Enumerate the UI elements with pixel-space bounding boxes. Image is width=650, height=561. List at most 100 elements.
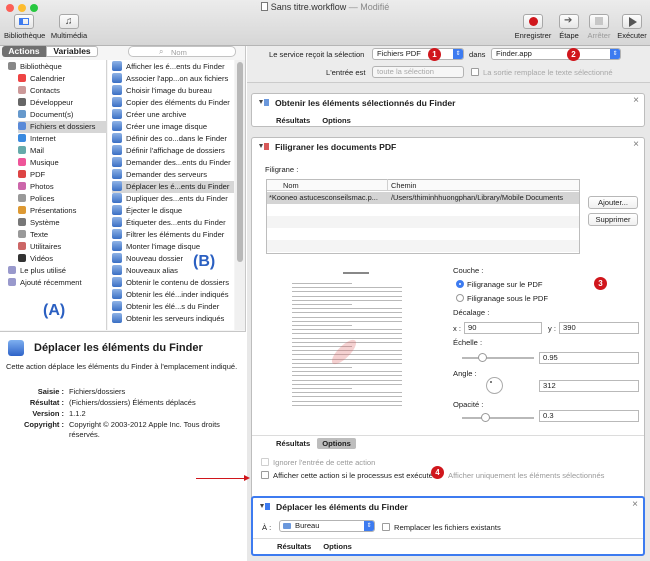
preview-text-line xyxy=(292,379,402,381)
disclosure-action-icon[interactable] xyxy=(258,142,269,152)
col-path-header[interactable]: Chemin xyxy=(391,181,416,190)
card-header[interactable]: Obtenir les éléments sélectionnés du Fin… xyxy=(252,94,644,112)
destination-popup[interactable]: Bureau ⇕ xyxy=(279,520,375,532)
layer-over-radio[interactable]: Filigranage sur le PDF xyxy=(456,280,543,289)
action-list-item[interactable]: Associer l'app...on aux fichiers xyxy=(112,73,234,85)
action-list-item[interactable]: Éjecter le disque xyxy=(112,205,234,217)
card-header[interactable]: Déplacer les éléments du Finder xyxy=(253,498,643,516)
stop-toolbar-button[interactable]: Arrêter xyxy=(584,14,614,40)
action-list-item[interactable]: Obtenir les serveurs indiqués xyxy=(112,313,234,325)
library-category-item[interactable]: Calendrier xyxy=(18,73,107,85)
scale-slider[interactable] xyxy=(462,353,534,362)
tab-results[interactable]: Résultats xyxy=(271,438,315,449)
library-category-item[interactable]: Texte xyxy=(18,229,107,241)
library-category-item[interactable]: Photos xyxy=(18,181,107,193)
action-list-item[interactable]: Copier des éléments du Finder xyxy=(112,97,234,109)
replace-existing-checkbox[interactable]: Remplacer les fichiers existants xyxy=(382,523,501,532)
y-offset-field[interactable]: 390 xyxy=(559,322,639,334)
actions-list: Afficher les é...ents du Finder Associer … xyxy=(108,60,234,330)
add-watermark-button[interactable]: Ajouter... xyxy=(588,196,638,209)
table-row[interactable]: *Kooneo astucesconseilsmac.p... /Users/t… xyxy=(267,192,579,204)
action-list-item[interactable]: Filtrer les éléments du Finder xyxy=(112,229,234,241)
action-list-item[interactable]: Créer une image disque xyxy=(112,121,234,133)
search-field[interactable]: ⌕ Nom xyxy=(128,46,236,57)
library-category-item[interactable]: PDF xyxy=(18,169,107,181)
angle-dial[interactable] xyxy=(486,377,503,394)
step-toolbar-button[interactable]: ➔ Étape xyxy=(556,14,582,40)
actions-scrollbar[interactable] xyxy=(235,60,245,330)
action-list-item[interactable]: Monter l'image disque xyxy=(112,241,234,253)
category-icon xyxy=(8,62,16,70)
action-list-item[interactable]: Afficher les é...ents du Finder xyxy=(112,61,234,73)
opacity-field[interactable]: 0.3 xyxy=(539,410,639,422)
library-category-item[interactable]: Présentations xyxy=(18,205,107,217)
close-icon[interactable]: × xyxy=(632,499,638,510)
ignore-input-checkbox[interactable]: Ignorer l'entrée de cette action xyxy=(261,458,375,467)
library-category-item[interactable]: Développeur xyxy=(18,97,107,109)
library-category-item[interactable]: Polices xyxy=(18,193,107,205)
finder-action-icon xyxy=(112,301,122,311)
action-list-item[interactable]: Choisir l'image du bureau xyxy=(112,85,234,97)
replace-selection-checkbox[interactable]: La sortie remplace le texte sélectionné xyxy=(471,68,613,77)
close-icon[interactable]: × xyxy=(633,95,639,106)
finder-action-icon xyxy=(112,277,122,287)
actions-tab[interactable]: Actions xyxy=(2,46,46,57)
service-input-type-popup[interactable]: Fichiers PDF ⇕ xyxy=(372,48,464,60)
variables-tab[interactable]: Variables xyxy=(46,46,98,57)
close-icon[interactable]: × xyxy=(633,139,639,150)
library-toolbar-button[interactable]: Bibliothèque xyxy=(4,14,45,40)
record-toolbar-button[interactable]: Enregistrer xyxy=(512,14,554,40)
show-when-run-checkbox[interactable]: Afficher cette action si le processus es… xyxy=(261,471,433,480)
angle-field[interactable]: 312 xyxy=(539,380,639,392)
card-header[interactable]: Filigraner les documents PDF xyxy=(252,138,644,156)
remove-watermark-button[interactable]: Supprimer xyxy=(588,213,638,226)
library-category-item[interactable]: Mail xyxy=(18,145,107,157)
action-list-item[interactable]: Obtenir le contenu de dossiers xyxy=(112,277,234,289)
tab-options[interactable]: Options xyxy=(317,438,356,449)
action-list-item[interactable]: Demander des...ents du Finder xyxy=(112,157,234,169)
library-category-item[interactable]: Ajouté récemment xyxy=(8,277,107,289)
slider-knob[interactable] xyxy=(477,353,487,362)
category-icon xyxy=(18,98,26,106)
disclosure-action-icon[interactable] xyxy=(259,502,270,512)
library-category-item[interactable]: Contacts xyxy=(18,85,107,97)
action-list-item[interactable]: Déplacer les é...ents du Finder xyxy=(112,181,234,193)
scrollbar-thumb[interactable] xyxy=(237,62,243,262)
scale-field[interactable]: 0.95 xyxy=(539,352,639,364)
library-category-item[interactable]: Utilitaires xyxy=(18,241,107,253)
service-app-popup[interactable]: Finder.app ⇕ xyxy=(491,48,621,60)
library-category-item[interactable]: Fichiers et dossiers xyxy=(18,121,107,133)
slider-knob[interactable] xyxy=(480,413,490,422)
action-list-item[interactable]: Étiqueter des...ents du Finder xyxy=(112,217,234,229)
library-category-item[interactable]: Vidéos xyxy=(18,253,107,265)
action-list-item[interactable]: Définir l'affichage de dossiers xyxy=(112,145,234,157)
opacity-slider[interactable] xyxy=(462,413,534,422)
library-category-item[interactable]: Internet xyxy=(18,133,107,145)
media-toolbar-button[interactable]: ♫ Multimédia xyxy=(48,14,90,40)
tab-options[interactable]: Options xyxy=(317,115,356,126)
action-list-item[interactable]: Dupliquer des...ents du Finder xyxy=(112,193,234,205)
run-toolbar-button[interactable]: Exécuter xyxy=(615,14,649,40)
disclosure-action-icon[interactable] xyxy=(258,98,269,108)
tab-results[interactable]: Résultats xyxy=(272,541,316,552)
library-category-item[interactable]: Document(s) xyxy=(18,109,107,121)
service-input-scope-popup[interactable]: toute la sélection xyxy=(372,66,464,78)
action-list-item[interactable]: Demander des serveurs xyxy=(112,169,234,181)
col-name-header[interactable]: Nom xyxy=(283,181,299,190)
x-offset-field[interactable]: 90 xyxy=(464,322,542,334)
finder-action-icon xyxy=(112,73,122,83)
action-list-item[interactable]: Obtenir les élé...s du Finder xyxy=(112,301,234,313)
action-list-item[interactable]: Définir des co...dans le Finder xyxy=(112,133,234,145)
action-list-item[interactable]: Nouveaux alias xyxy=(112,265,234,277)
layer-under-radio[interactable]: Filigranage sous le PDF xyxy=(456,294,548,303)
description-key: Copyright : xyxy=(24,420,64,429)
library-category-item[interactable]: Musique xyxy=(18,157,107,169)
tab-options[interactable]: Options xyxy=(318,541,357,552)
action-list-item[interactable]: Nouveau dossier xyxy=(112,253,234,265)
library-root-item[interactable]: Bibliothèque xyxy=(8,61,107,73)
action-list-item[interactable]: Créer une archive xyxy=(112,109,234,121)
tab-results[interactable]: Résultats xyxy=(271,115,315,126)
action-list-item[interactable]: Obtenir les élé...inder indiqués xyxy=(112,289,234,301)
library-category-item[interactable]: Système xyxy=(18,217,107,229)
library-category-item[interactable]: Le plus utilisé xyxy=(8,265,107,277)
